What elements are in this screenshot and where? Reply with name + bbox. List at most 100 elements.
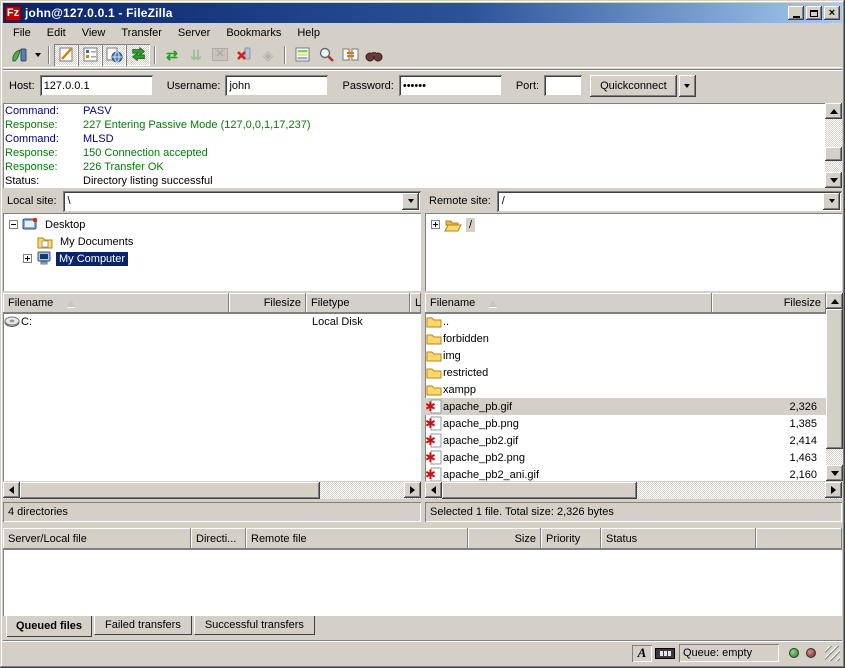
remote-site-dropdown[interactable] bbox=[823, 193, 840, 210]
remote-file-row[interactable]: xampp bbox=[425, 381, 826, 398]
log-text: Directory listing successful bbox=[83, 174, 213, 188]
column-filetype[interactable]: Filetype bbox=[306, 293, 410, 313]
scroll-thumb[interactable] bbox=[442, 482, 637, 499]
scroll-track[interactable] bbox=[442, 482, 825, 499]
column-label: Server/Local file bbox=[8, 533, 87, 545]
remote-list-scrollbar[interactable] bbox=[826, 293, 843, 481]
site-manager-button[interactable] bbox=[7, 44, 31, 66]
scroll-down-button[interactable] bbox=[826, 465, 843, 481]
menu-server[interactable]: Server bbox=[170, 25, 218, 41]
remote-file-row[interactable]: ✱ apache_pb.png 1,385 bbox=[425, 415, 826, 432]
scroll-track[interactable] bbox=[825, 119, 842, 172]
column-filename[interactable]: Filename bbox=[3, 293, 229, 313]
column-last-modified[interactable]: L bbox=[410, 293, 421, 313]
site-manager-dropdown[interactable] bbox=[31, 44, 44, 66]
disconnect-button[interactable] bbox=[232, 44, 256, 66]
column-filesize[interactable]: Filesize bbox=[229, 293, 306, 313]
menu-transfer[interactable]: Transfer bbox=[113, 25, 170, 41]
quickconnect-dropdown[interactable] bbox=[679, 75, 696, 97]
scroll-up-button[interactable] bbox=[826, 293, 843, 309]
find-files-button[interactable] bbox=[314, 44, 338, 66]
filter-button[interactable] bbox=[362, 44, 386, 66]
column-filesize[interactable]: Filesize bbox=[712, 293, 826, 313]
tree-item-my-computer[interactable]: My Computer bbox=[5, 250, 419, 267]
remote-file-row[interactable]: ✱ apache_pb2.gif 2,414 bbox=[425, 432, 826, 449]
remote-list-hscrollbar[interactable] bbox=[425, 482, 842, 499]
username-input[interactable] bbox=[225, 75, 328, 96]
port-input[interactable] bbox=[544, 75, 582, 96]
column-remote-file[interactable]: Remote file bbox=[246, 528, 468, 549]
scroll-right-button[interactable] bbox=[404, 482, 421, 498]
speed-limit-icon[interactable] bbox=[655, 648, 675, 659]
queue-tabs: Queued files Failed transfers Successful… bbox=[3, 616, 842, 637]
close-button[interactable]: × bbox=[824, 6, 840, 20]
process-queue-button[interactable]: ⇊ bbox=[184, 44, 208, 66]
menu-help[interactable]: Help bbox=[289, 25, 328, 41]
directory-comparison-button[interactable] bbox=[290, 44, 314, 66]
column-direction[interactable]: Directi... bbox=[191, 528, 246, 549]
scroll-thumb[interactable] bbox=[825, 147, 842, 161]
refresh-button[interactable]: ⇄ bbox=[160, 44, 184, 66]
log-scrollbar[interactable] bbox=[825, 103, 842, 188]
tree-item-root[interactable]: / bbox=[427, 216, 840, 233]
quickconnect-button[interactable]: Quickconnect bbox=[590, 75, 677, 97]
scroll-thumb[interactable] bbox=[826, 309, 843, 449]
scroll-thumb[interactable] bbox=[20, 482, 320, 499]
remote-file-row[interactable]: img bbox=[425, 347, 826, 364]
synchronized-browsing-button[interactable] bbox=[338, 44, 362, 66]
local-list-hscrollbar[interactable] bbox=[3, 482, 421, 499]
menu-view[interactable]: View bbox=[74, 25, 114, 41]
column-size[interactable]: Size bbox=[468, 528, 541, 549]
queue-list[interactable] bbox=[3, 549, 842, 616]
menu-edit[interactable]: Edit bbox=[39, 25, 74, 41]
toggle-remote-tree-button[interactable] bbox=[102, 44, 126, 66]
toggle-queue-button[interactable] bbox=[126, 44, 150, 66]
title-bar[interactable]: Fz john@127.0.0.1 - FileZilla × bbox=[3, 3, 842, 23]
scroll-down-button[interactable] bbox=[825, 172, 842, 188]
collapse-icon[interactable] bbox=[9, 220, 18, 229]
scroll-up-button[interactable] bbox=[825, 103, 842, 119]
column-status[interactable]: Status bbox=[601, 528, 756, 549]
toggle-local-tree-button[interactable] bbox=[78, 44, 102, 66]
scroll-left-button[interactable] bbox=[3, 482, 20, 498]
tree-item-desktop[interactable]: Desktop bbox=[5, 216, 419, 233]
cancel-operation-button[interactable]: ◈ bbox=[256, 44, 280, 66]
local-site-dropdown[interactable] bbox=[402, 193, 419, 210]
expand-icon[interactable] bbox=[23, 254, 32, 263]
file-size: 1,385 bbox=[716, 418, 826, 430]
local-site-combo[interactable]: \ bbox=[63, 191, 421, 212]
scroll-track[interactable] bbox=[826, 309, 843, 465]
tree-item-my-documents[interactable]: My Documents bbox=[5, 233, 419, 250]
scroll-left-button[interactable] bbox=[425, 482, 442, 498]
remote-file-row-selected[interactable]: ✱ apache_pb.gif 2,326 bbox=[425, 398, 826, 415]
remote-file-list: .. forbidden img restricted xampp ✱ apac… bbox=[425, 313, 826, 481]
column-server-local-file[interactable]: Server/Local file bbox=[3, 528, 191, 549]
menu-file[interactable]: File bbox=[5, 25, 39, 41]
tab-queued-files[interactable]: Queued files bbox=[6, 616, 92, 637]
local-file-row[interactable]: C: Local Disk bbox=[3, 313, 421, 330]
remote-file-row[interactable]: .. bbox=[425, 313, 826, 330]
host-input[interactable] bbox=[40, 75, 153, 96]
minimize-button[interactable] bbox=[788, 6, 804, 20]
data-type-indicator-icon[interactable]: A bbox=[632, 645, 652, 662]
maximize-button[interactable] bbox=[806, 6, 822, 20]
scroll-right-button[interactable] bbox=[825, 482, 842, 498]
column-priority[interactable]: Priority bbox=[541, 528, 601, 549]
toggle-message-log-button[interactable] bbox=[54, 44, 78, 66]
password-input[interactable] bbox=[399, 75, 502, 96]
tab-successful-transfers[interactable]: Successful transfers bbox=[194, 616, 315, 635]
tab-failed-transfers[interactable]: Failed transfers bbox=[94, 616, 192, 635]
column-filename[interactable]: Filename bbox=[425, 293, 712, 313]
scroll-track[interactable] bbox=[20, 482, 404, 499]
remote-file-row[interactable]: restricted bbox=[425, 364, 826, 381]
menu-bookmarks[interactable]: Bookmarks bbox=[218, 25, 289, 41]
remote-file-row[interactable]: forbidden bbox=[425, 330, 826, 347]
expand-icon[interactable] bbox=[431, 220, 440, 229]
remote-file-row[interactable]: ✱ apache_pb2_ani.gif 2,160 bbox=[425, 466, 826, 481]
abort-button[interactable]: ✕ bbox=[208, 44, 232, 66]
remote-site-combo[interactable]: / bbox=[497, 191, 842, 212]
column-empty[interactable] bbox=[756, 528, 842, 549]
message-log: Command:PASV Response:227 Entering Passi… bbox=[3, 103, 842, 188]
resize-grip[interactable] bbox=[825, 646, 840, 661]
remote-file-row[interactable]: ✱ apache_pb2.png 1,463 bbox=[425, 449, 826, 466]
